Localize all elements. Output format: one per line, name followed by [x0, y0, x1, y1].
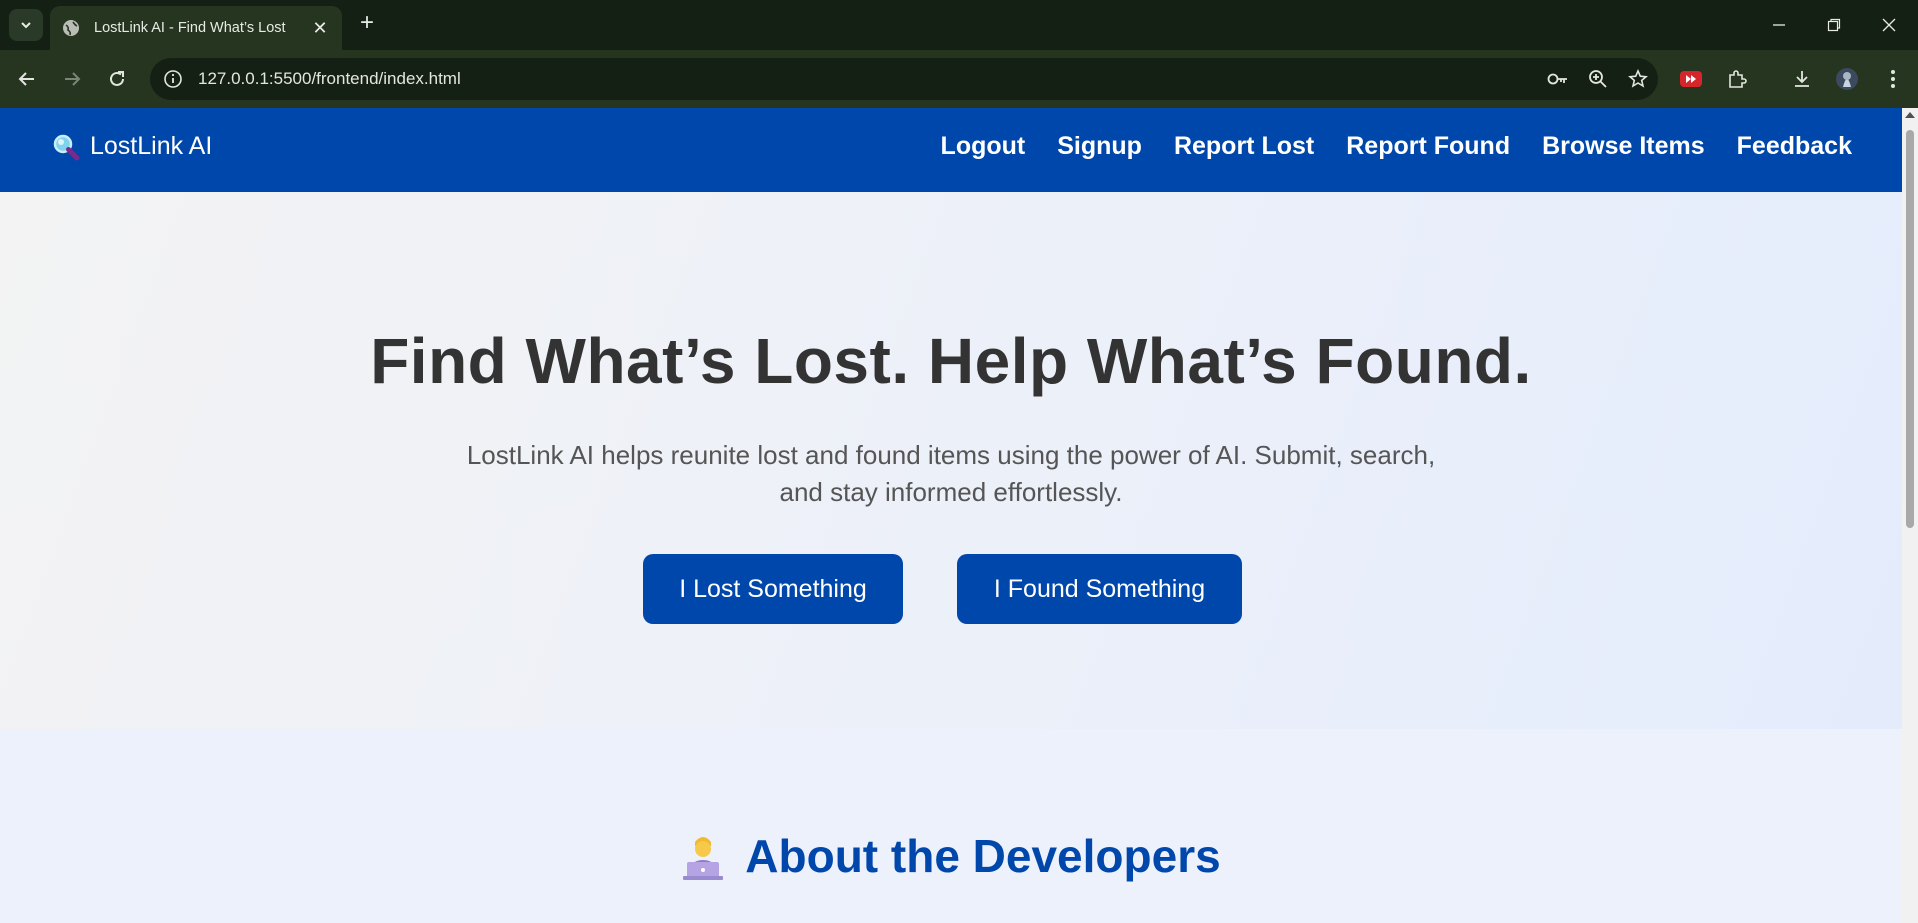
minimize-icon — [1773, 24, 1785, 26]
globe-icon — [63, 20, 79, 36]
page-scrollbar[interactable] — [1902, 108, 1918, 923]
brand-logo[interactable]: LostLink AI — [52, 132, 212, 161]
close-window-button[interactable] — [1876, 12, 1902, 38]
lost-something-button[interactable]: I Lost Something — [643, 554, 903, 624]
url-text[interactable]: 127.0.0.1:5500/frontend/index.html — [198, 69, 1538, 89]
about-heading: About the Developers — [0, 829, 1902, 883]
site-navbar: LostLink AI Logout Signup Report Lost Re… — [0, 108, 1902, 192]
browser-toolbar: 127.0.0.1:5500/frontend/index.html — [0, 50, 1918, 108]
address-bar[interactable]: 127.0.0.1:5500/frontend/index.html — [150, 58, 1658, 100]
tab-title: LostLink AI - Find What’s Lost — [94, 20, 286, 36]
nav-logout[interactable]: Logout — [941, 132, 1026, 161]
profile-avatar-icon[interactable] — [1832, 64, 1862, 94]
hero-description: LostLink AI helps reunite lost and found… — [466, 440, 1436, 507]
magnifying-glass-icon — [53, 134, 80, 160]
minimize-button[interactable] — [1766, 12, 1792, 38]
about-section: About the Developers — [0, 729, 1902, 923]
youtube-extension-icon[interactable] — [1676, 64, 1706, 94]
brand-name: LostLink AI — [90, 132, 213, 160]
reload-icon — [110, 71, 124, 86]
site-info-icon[interactable] — [160, 66, 186, 92]
chevron-down-icon — [21, 22, 31, 29]
nav-links: Logout Signup Report Lost Report Found B… — [909, 132, 1852, 161]
scroll-up-arrow-icon[interactable] — [1905, 112, 1915, 118]
nav-browse-items[interactable]: Browse Items — [1542, 132, 1705, 161]
scrollbar-thumb[interactable] — [1906, 130, 1914, 528]
page-viewport: LostLink AI Logout Signup Report Lost Re… — [0, 108, 1902, 923]
browser-tab-bar: LostLink AI - Find What’s Lost ✕ + — [0, 0, 1918, 50]
nav-feedback[interactable]: Feedback — [1737, 132, 1852, 161]
arrow-left-icon — [18, 72, 34, 86]
restore-button[interactable] — [1821, 12, 1847, 38]
browser-tab[interactable]: LostLink AI - Find What’s Lost ✕ — [50, 6, 342, 50]
found-something-button[interactable]: I Found Something — [957, 554, 1242, 624]
hero-section: Find What’s Lost. Help What’s Found. Los… — [0, 192, 1902, 729]
nav-report-found[interactable]: Report Found — [1346, 132, 1510, 161]
hero-title: Find What’s Lost. Help What’s Found. — [370, 325, 1532, 397]
back-button[interactable] — [12, 64, 42, 94]
bookmark-star-icon[interactable] — [1618, 58, 1658, 100]
new-tab-button[interactable]: + — [355, 11, 379, 36]
close-tab-icon[interactable]: ✕ — [310, 18, 330, 39]
zoom-icon[interactable] — [1578, 58, 1618, 100]
browser-menu-icon[interactable] — [1878, 64, 1908, 94]
forward-button[interactable] — [57, 64, 87, 94]
nav-report-lost[interactable]: Report Lost — [1174, 132, 1314, 161]
arrow-right-icon — [65, 72, 81, 86]
about-title: About the Developers — [745, 830, 1221, 882]
tab-search-button[interactable] — [9, 9, 43, 41]
password-key-icon[interactable] — [1538, 58, 1578, 100]
extensions-puzzle-icon[interactable] — [1722, 64, 1752, 94]
download-icon[interactable] — [1787, 64, 1817, 94]
reload-button[interactable] — [102, 64, 132, 94]
restore-icon — [1827, 18, 1841, 32]
close-icon — [1882, 18, 1896, 32]
nav-signup[interactable]: Signup — [1057, 132, 1142, 161]
developer-emoji-icon — [683, 837, 724, 880]
